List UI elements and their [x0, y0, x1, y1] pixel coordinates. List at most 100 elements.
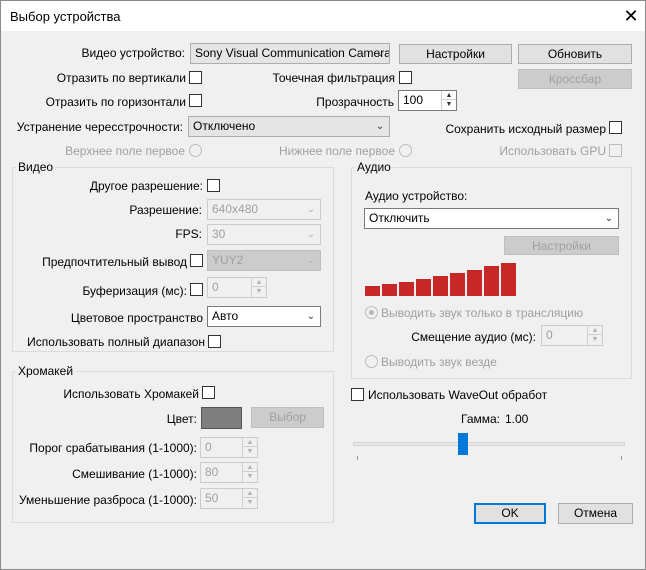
audio-offset-spin-buttons: ▲ ▼ — [587, 326, 602, 345]
video-settings-button[interactable]: Настройки — [399, 44, 512, 64]
top-field-first-radio[interactable] — [189, 144, 202, 157]
use-gpu-checkbox[interactable] — [609, 144, 622, 157]
preferred-output-combo[interactable]: YUY2 ⌄ — [207, 250, 321, 271]
audio-level-meter — [365, 261, 545, 297]
ok-button[interactable]: OK — [474, 503, 546, 524]
audio-offset-value: 0 — [546, 328, 553, 342]
flip-horizontal-checkbox[interactable] — [189, 94, 202, 107]
crossbar-button[interactable]: Кроссбар — [518, 69, 632, 89]
audio-device-combo[interactable]: Отключить ⌄ — [364, 208, 619, 229]
chevron-down-icon: ⌄ — [604, 213, 614, 224]
resolution-combo[interactable]: 640x480 ⌄ — [207, 199, 321, 220]
spin-down-icon[interactable]: ▼ — [588, 335, 602, 344]
point-filter-checkbox[interactable] — [399, 71, 412, 84]
video-group-title: Видео — [16, 160, 56, 174]
fps-value: 30 — [212, 227, 226, 241]
spin-down-icon[interactable]: ▼ — [243, 447, 257, 456]
spin-up-icon[interactable]: ▲ — [243, 489, 257, 498]
select-color-button[interactable]: Выбор — [251, 407, 324, 428]
gamma-slider-thumb[interactable] — [458, 433, 468, 455]
preferred-output-checkbox[interactable] — [190, 254, 203, 267]
spin-down-icon[interactable]: ▼ — [252, 287, 266, 296]
custom-resolution-label: Другое разрешение: — [89, 179, 203, 193]
bottom-field-first-label: Нижнее поле первое — [278, 144, 395, 158]
spin-down-icon[interactable]: ▼ — [243, 498, 257, 507]
everywhere-radio[interactable] — [365, 355, 378, 368]
color-space-label: Цветовое пространство — [70, 311, 203, 325]
use-chroma-checkbox[interactable] — [202, 386, 215, 399]
blend-label: Смешивание (1-1000): — [72, 467, 197, 481]
deinterlace-label: Устранение чересстрочности: — [16, 120, 183, 134]
blend-spinner[interactable]: 80 ▲ ▼ — [200, 462, 258, 483]
slider-tick — [357, 456, 358, 460]
video-device-value: Sony Visual Communication Camera — [195, 46, 390, 60]
meter-bar — [399, 282, 414, 296]
full-range-checkbox[interactable] — [208, 335, 221, 348]
fps-label: FPS: — [175, 227, 202, 241]
chevron-down-icon: ⌄ — [375, 121, 385, 132]
buffering-value: 0 — [212, 280, 219, 294]
audio-offset-spinner[interactable]: 0 ▲ ▼ — [541, 325, 603, 346]
keep-size-checkbox[interactable] — [609, 121, 622, 134]
gamma-slider-track[interactable] — [353, 442, 625, 446]
meter-bar — [501, 263, 516, 296]
spin-up-icon[interactable]: ▲ — [243, 438, 257, 447]
refresh-button[interactable]: Обновить — [518, 44, 632, 64]
waveout-checkbox[interactable] — [351, 388, 364, 401]
chevron-down-icon: ⌄ — [375, 48, 385, 59]
spin-up-icon[interactable]: ▲ — [442, 91, 456, 100]
threshold-spinner[interactable]: 0 ▲ ▼ — [200, 437, 258, 458]
resolution-label: Разрешение: — [129, 203, 202, 217]
title-bar: Выбор устройства ✕ — [1, 1, 645, 31]
chroma-group-title: Хромакей — [16, 364, 76, 378]
spill-spinner[interactable]: 50 ▲ ▼ — [200, 488, 258, 509]
deinterlace-combo[interactable]: Отключено ⌄ — [188, 116, 390, 137]
window-title: Выбор устройства — [10, 9, 121, 24]
close-icon[interactable]: ✕ — [619, 3, 643, 29]
color-swatch[interactable] — [201, 407, 242, 429]
video-device-combo[interactable]: Sony Visual Communication Camera ⌄ — [190, 43, 390, 64]
spin-down-icon[interactable]: ▼ — [442, 100, 456, 109]
use-chroma-label: Использовать Хромакей — [63, 387, 199, 401]
top-field-first-label: Верхнее поле первое — [65, 144, 185, 158]
spill-spin-buttons: ▲ ▼ — [242, 489, 257, 508]
flip-vertical-checkbox[interactable] — [189, 71, 202, 84]
spin-up-icon[interactable]: ▲ — [252, 278, 266, 287]
chevron-down-icon: ⌄ — [306, 229, 316, 240]
full-range-label: Использовать полный диапазон — [27, 335, 205, 349]
meter-bar — [467, 270, 482, 296]
spill-value: 50 — [205, 491, 219, 505]
spin-up-icon[interactable]: ▲ — [243, 463, 257, 472]
cancel-button[interactable]: Отмена — [558, 503, 633, 524]
bottom-field-first-radio[interactable] — [399, 144, 412, 157]
flip-vertical-label: Отразить по вертикали — [56, 71, 186, 85]
deinterlace-value: Отключено — [193, 119, 256, 133]
spin-down-icon[interactable]: ▼ — [243, 472, 257, 481]
blend-value: 80 — [205, 465, 219, 479]
gamma-value: 1.00 — [505, 412, 529, 426]
chevron-down-icon: ⌄ — [306, 311, 316, 322]
buffering-spinner[interactable]: 0 ▲ ▼ — [207, 277, 267, 298]
buffering-spin-buttons: ▲ ▼ — [251, 278, 266, 297]
audio-device-value: Отключить — [369, 211, 430, 225]
meter-bar — [382, 284, 397, 296]
point-filter-label: Точечная фильтрация — [272, 71, 395, 85]
gamma-label: Гамма: — [461, 412, 501, 426]
chevron-down-icon: ⌄ — [306, 204, 316, 215]
color-space-combo[interactable]: Авто ⌄ — [207, 306, 321, 327]
fps-combo[interactable]: 30 ⌄ — [207, 224, 321, 245]
threshold-label: Порог срабатывания (1-1000): — [29, 441, 197, 455]
waveout-label: Использовать WaveOut обработ — [368, 388, 548, 402]
opacity-spinner[interactable]: 100 ▲ ▼ — [398, 90, 457, 111]
buffering-checkbox[interactable] — [190, 283, 203, 296]
flip-horizontal-label: Отразить по горизонтали — [45, 95, 186, 109]
resolution-value: 640x480 — [212, 202, 259, 216]
custom-resolution-checkbox[interactable] — [207, 179, 220, 192]
stream-only-radio[interactable] — [365, 306, 378, 319]
audio-settings-button[interactable]: Настройки — [504, 236, 619, 255]
opacity-label: Прозрачность — [316, 95, 394, 109]
spin-up-icon[interactable]: ▲ — [588, 326, 602, 335]
buffering-label: Буферизация (мс): — [82, 284, 187, 298]
preferred-output-label: Предпочтительный вывод — [42, 255, 187, 269]
spill-label: Уменьшение разброса (1-1000): — [18, 493, 197, 507]
